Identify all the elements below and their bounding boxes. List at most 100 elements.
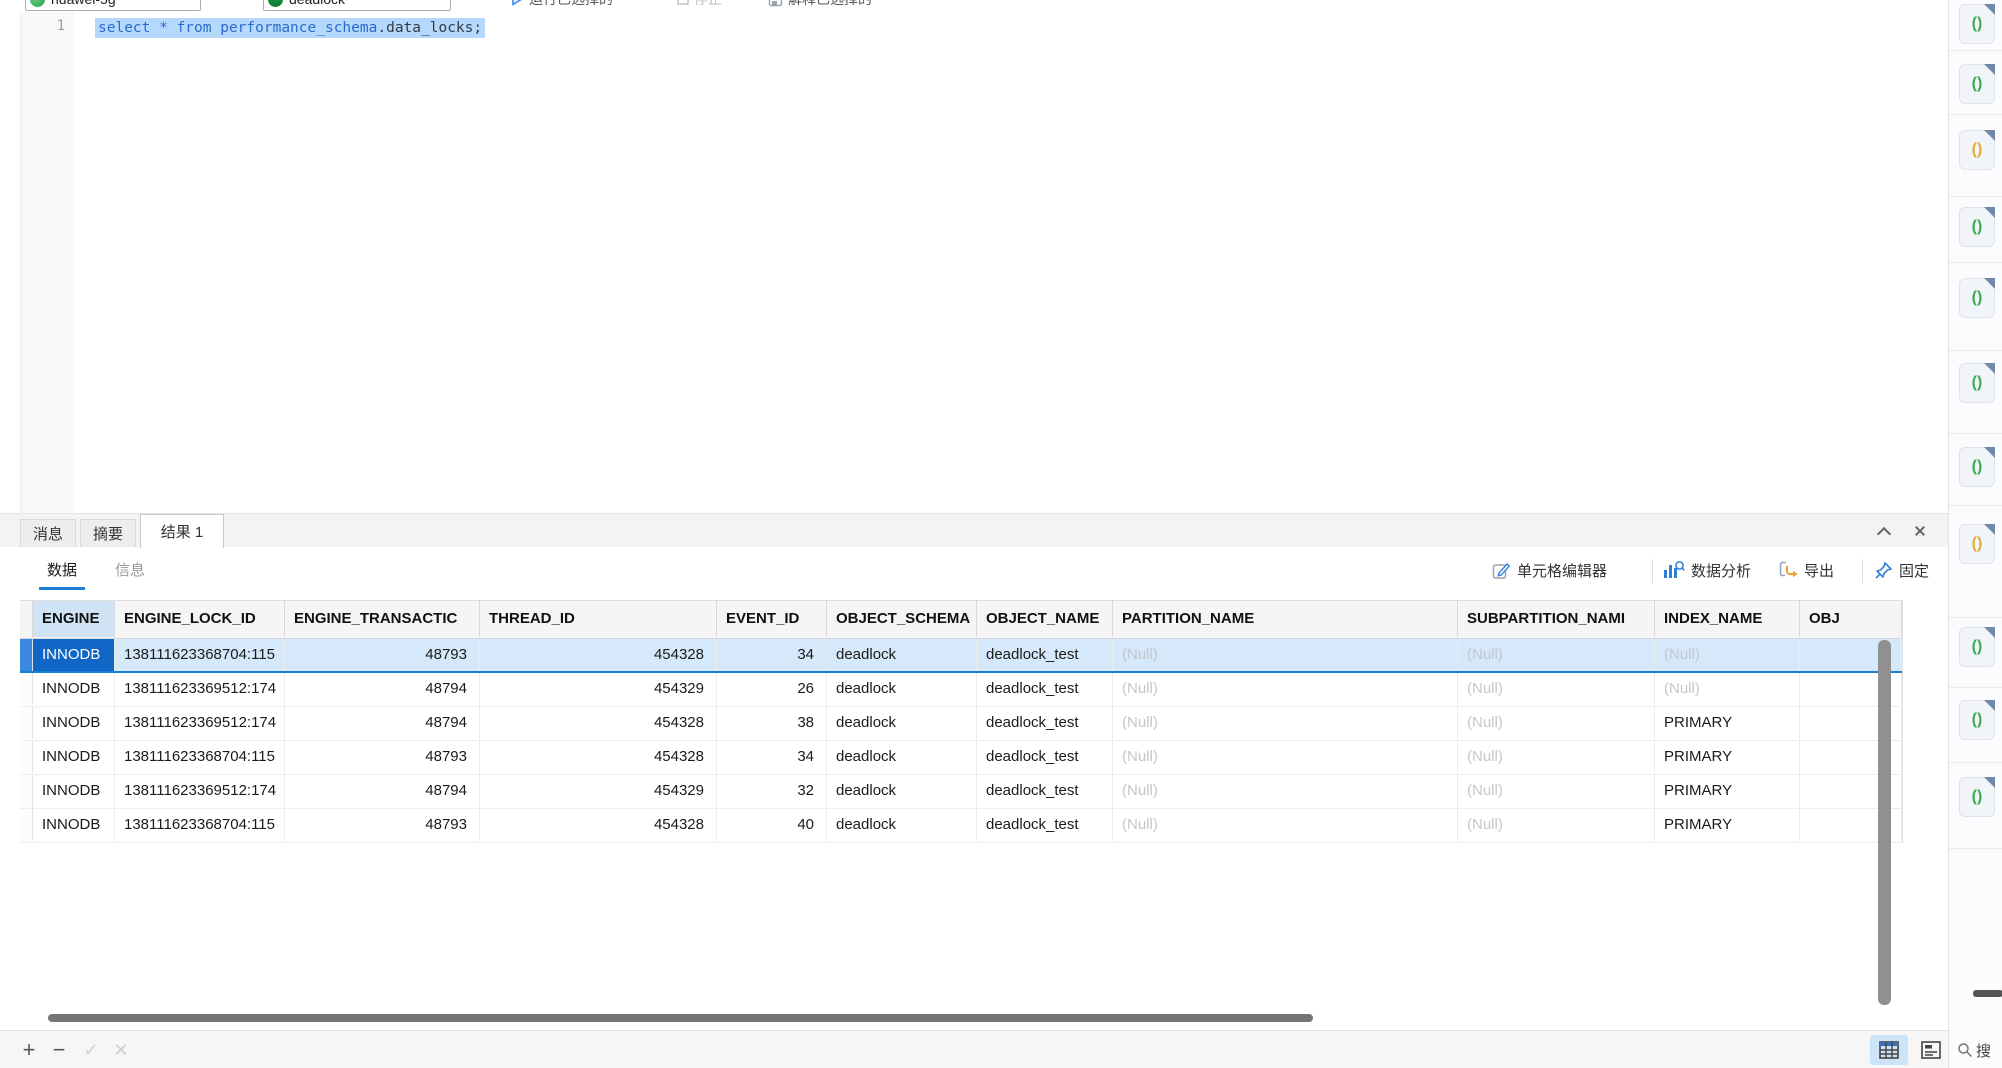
grid-cell[interactable]: PRIMARY <box>1655 707 1800 739</box>
grid-cell[interactable]: INNODB <box>33 707 115 739</box>
grid-cell[interactable]: (Null) <box>1458 639 1655 671</box>
grid-cell[interactable]: (Null) <box>1458 741 1655 773</box>
snippet-file-icon[interactable]: () <box>1959 700 1995 740</box>
grid-header-object_schema[interactable]: OBJECT_SCHEMA <box>827 601 977 637</box>
database-select[interactable]: deadlock <box>263 0 451 11</box>
snippet-file-icon[interactable]: () <box>1959 130 1995 170</box>
tab-summary[interactable]: 摘要 <box>80 519 136 547</box>
discard-changes-button[interactable]: ✕ <box>108 1031 134 1068</box>
grid-cell[interactable]: 26 <box>717 673 827 705</box>
grid-cell[interactable]: deadlock_test <box>977 707 1113 739</box>
grid-cell[interactable]: deadlock_test <box>977 741 1113 773</box>
grid-cell[interactable]: 48793 <box>285 741 480 773</box>
vertical-scrollbar[interactable] <box>1878 640 1891 1005</box>
stop-button[interactable]: 停止 <box>677 0 722 10</box>
data-analysis-button[interactable]: 数据分析 <box>1663 555 1751 585</box>
grid-cell[interactable]: (Null) <box>1113 639 1458 671</box>
grid-cell[interactable]: 454328 <box>480 741 717 773</box>
snippet-file-icon[interactable]: () <box>1959 278 1995 318</box>
grid-cell[interactable]: (Null) <box>1113 809 1458 841</box>
grid-cell[interactable]: 48794 <box>285 707 480 739</box>
grid-cell[interactable]: INNODB <box>33 809 115 841</box>
grid-cell[interactable]: (Null) <box>1458 809 1655 841</box>
snippet-file-icon[interactable]: () <box>1959 4 1995 44</box>
grid-cell[interactable]: (Null) <box>1655 639 1800 671</box>
snippet-search[interactable]: 搜 <box>1957 1038 2002 1062</box>
grid-cell[interactable]: INNODB <box>33 639 115 671</box>
snippet-file-icon[interactable]: () <box>1959 777 1995 817</box>
row-selector[interactable] <box>20 741 33 773</box>
grid-cell[interactable]: 40 <box>717 809 827 841</box>
sql-line-1[interactable]: select * from performance_schema.data_lo… <box>95 16 485 39</box>
grid-header-event_id[interactable]: EVENT_ID <box>717 601 827 637</box>
grid-header-partition_name[interactable]: PARTITION_NAME <box>1113 601 1458 637</box>
sidebar-scroll-pill[interactable] <box>1973 990 2002 997</box>
grid-cell[interactable]: deadlock <box>827 741 977 773</box>
grid-row-2[interactable]: INNODB138111623369512:1744879445432926de… <box>20 673 1902 707</box>
grid-cell[interactable]: 48793 <box>285 809 480 841</box>
delete-record-button[interactable]: − <box>46 1031 72 1068</box>
grid-cell[interactable]: PRIMARY <box>1655 775 1800 807</box>
grid-row-5[interactable]: INNODB138111623369512:1744879445432932de… <box>20 775 1902 809</box>
grid-cell[interactable]: 34 <box>717 639 827 671</box>
pin-button[interactable]: 固定 <box>1874 555 1929 585</box>
grid-cell[interactable]: (Null) <box>1458 775 1655 807</box>
grid-cell[interactable]: deadlock <box>827 639 977 671</box>
grid-header-object_name[interactable]: OBJECT_NAME <box>977 601 1113 637</box>
grid-cell[interactable]: (Null) <box>1113 741 1458 773</box>
grid-cell[interactable]: (Null) <box>1113 775 1458 807</box>
row-selector[interactable] <box>20 809 33 841</box>
grid-cell[interactable]: 34 <box>717 741 827 773</box>
add-record-button[interactable]: + <box>16 1031 42 1068</box>
row-selector[interactable] <box>20 673 33 705</box>
grid-cell[interactable]: (Null) <box>1113 673 1458 705</box>
grid-header-engine_lock_id[interactable]: ENGINE_LOCK_ID <box>115 601 285 637</box>
sql-editor[interactable]: 1 select * from performance_schema.data_… <box>0 12 1948 513</box>
grid-cell[interactable]: 138111623369512:174 <box>115 775 285 807</box>
grid-cell[interactable]: 32 <box>717 775 827 807</box>
grid-cell[interactable]: deadlock_test <box>977 809 1113 841</box>
grid-header-obj[interactable]: OBJ <box>1800 601 1902 637</box>
grid-cell[interactable]: (Null) <box>1655 673 1800 705</box>
grid-cell[interactable]: (Null) <box>1113 707 1458 739</box>
snippet-file-icon[interactable]: () <box>1959 447 1995 487</box>
grid-row-4[interactable]: INNODB138111623368704:1154879345432834de… <box>20 741 1902 775</box>
grid-cell[interactable]: INNODB <box>33 741 115 773</box>
connection-select[interactable]: huawei-5g <box>25 0 201 11</box>
grid-row-1[interactable]: INNODB138111623368704:1154879345432834de… <box>20 639 1902 673</box>
row-selector[interactable] <box>20 639 33 671</box>
grid-cell[interactable]: INNODB <box>33 775 115 807</box>
horizontal-scrollbar[interactable] <box>48 1014 1313 1022</box>
close-panel-icon[interactable] <box>1912 523 1928 539</box>
grid-cell[interactable]: 48794 <box>285 775 480 807</box>
grid-header-engine_transactic[interactable]: ENGINE_TRANSACTIC <box>285 601 480 637</box>
grid-cell[interactable]: INNODB <box>33 673 115 705</box>
snippet-file-icon[interactable]: () <box>1959 207 1995 247</box>
grid-header-index_name[interactable]: INDEX_NAME <box>1655 601 1800 637</box>
row-selector[interactable] <box>20 775 33 807</box>
tab-info[interactable]: 信息 <box>115 559 145 580</box>
run-selected-button[interactable]: 运行已选择的 <box>510 0 613 10</box>
grid-cell[interactable]: deadlock_test <box>977 639 1113 671</box>
grid-view-button[interactable] <box>1870 1035 1908 1065</box>
grid-cell[interactable]: (Null) <box>1458 673 1655 705</box>
grid-cell[interactable]: 138111623368704:115 <box>115 639 285 671</box>
collapse-panel-icon[interactable] <box>1876 523 1892 539</box>
grid-cell[interactable]: (Null) <box>1458 707 1655 739</box>
grid-cell[interactable]: 454329 <box>480 673 717 705</box>
grid-header-engine[interactable]: ENGINE <box>33 601 115 637</box>
row-selector[interactable] <box>20 707 33 739</box>
tab-result-1[interactable]: 结果 1 <box>140 514 224 548</box>
grid-cell[interactable]: deadlock <box>827 673 977 705</box>
grid-cell[interactable]: deadlock <box>827 809 977 841</box>
grid-header-thread_id[interactable]: THREAD_ID <box>480 601 717 637</box>
grid-cell[interactable]: 138111623368704:115 <box>115 741 285 773</box>
tab-messages[interactable]: 消息 <box>20 519 76 547</box>
explain-selected-button[interactable]: 解释已选择的 <box>768 0 872 10</box>
grid-row-3[interactable]: INNODB138111623369512:1744879445432838de… <box>20 707 1902 741</box>
grid-cell[interactable]: deadlock_test <box>977 775 1113 807</box>
form-view-button[interactable] <box>1912 1035 1950 1065</box>
grid-cell[interactable]: 454328 <box>480 707 717 739</box>
grid-cell[interactable]: 138111623369512:174 <box>115 673 285 705</box>
snippet-file-icon[interactable]: () <box>1959 64 1995 104</box>
